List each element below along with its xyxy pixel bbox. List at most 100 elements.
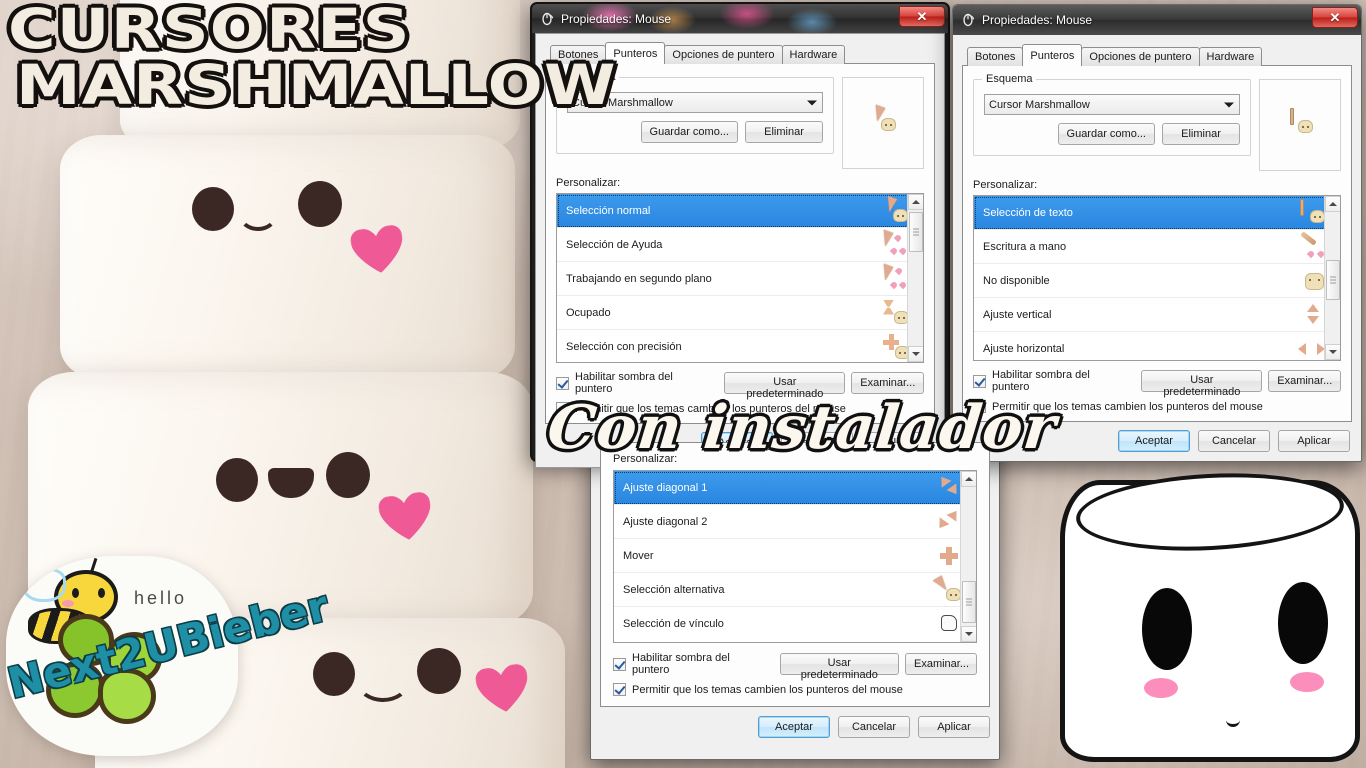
- list-item[interactable]: Selección de Ayuda: [557, 228, 923, 262]
- marshmallow-eye-left: [216, 458, 258, 502]
- use-default-button[interactable]: Usar predeterminado: [724, 372, 846, 400]
- list-item[interactable]: Selección con precisión: [557, 330, 923, 362]
- use-default-button[interactable]: Usar predeterminado: [1141, 370, 1263, 398]
- allow-themes-checkbox[interactable]: [613, 683, 626, 696]
- close-button[interactable]: ✕: [1312, 7, 1358, 28]
- browse-button[interactable]: Examinar...: [1268, 370, 1341, 392]
- dialog-1-list-scrollbar[interactable]: [907, 194, 923, 362]
- apply-button[interactable]: Aplicar: [918, 716, 990, 738]
- browse-button[interactable]: Examinar...: [851, 372, 924, 394]
- ok-button[interactable]: Aceptar: [758, 716, 830, 738]
- browse-button[interactable]: Examinar...: [905, 653, 977, 675]
- use-default-button[interactable]: Usar predeterminado: [779, 653, 899, 681]
- pointer-shadow-checkbox[interactable]: [973, 374, 986, 388]
- scroll-thumb[interactable]: [1326, 260, 1340, 300]
- dialog-2-cursor-list[interactable]: Selección de texto Escritura a mano No d…: [973, 195, 1341, 361]
- delete-button[interactable]: Eliminar: [745, 121, 823, 143]
- marshmallow-heart: [377, 491, 435, 544]
- list-item-label: No disponible: [983, 274, 1050, 287]
- marshmallow-eye-right: [298, 181, 342, 227]
- mouse-properties-dialog-3[interactable]: Personalizar: Ajuste diagonal 1 Ajuste d…: [590, 430, 1000, 760]
- list-item[interactable]: Mover: [614, 539, 976, 573]
- pointer-shadow-checkbox[interactable]: [613, 657, 626, 671]
- kawaii-blush-left: [1144, 678, 1178, 698]
- scroll-down-button[interactable]: [1325, 344, 1340, 360]
- dialog-2-shadow-checkbox-row[interactable]: Habilitar sombra del puntero Usar predet…: [973, 369, 1341, 398]
- list-item[interactable]: Ajuste diagonal 2: [614, 505, 976, 539]
- mouse-properties-dialog-2[interactable]: Propiedades: Mouse ✕ Botones Punteros Op…: [952, 4, 1362, 462]
- list-item[interactable]: Ocupado: [557, 296, 923, 330]
- save-as-button[interactable]: Guardar como...: [640, 121, 738, 143]
- mouse-icon: [960, 12, 976, 28]
- apply-button[interactable]: Aplicar: [1278, 430, 1350, 452]
- dialog-1-cursor-list[interactable]: Selección normal Selección de Ayuda Trab…: [556, 193, 924, 363]
- ok-button[interactable]: Aceptar: [1118, 430, 1190, 452]
- cancel-button[interactable]: Cancelar: [1198, 430, 1270, 452]
- tab-punteros[interactable]: Punteros: [1022, 44, 1083, 66]
- close-button[interactable]: ✕: [899, 6, 945, 27]
- list-item[interactable]: Escritura a mano: [974, 230, 1340, 264]
- tab-hardware[interactable]: Hardware: [781, 45, 846, 64]
- list-item[interactable]: Ajuste vertical: [974, 298, 1340, 332]
- scheme-group-label: Esquema: [982, 73, 1037, 85]
- scroll-down-button[interactable]: [961, 626, 976, 642]
- list-item[interactable]: No disponible: [974, 264, 1340, 298]
- tab-hardware[interactable]: Hardware: [1198, 47, 1263, 66]
- dialog-3-shadow-checkbox-row[interactable]: Habilitar sombra del puntero Usar predet…: [613, 652, 977, 681]
- save-as-button[interactable]: Guardar como...: [1057, 123, 1155, 145]
- list-item-label: Ajuste horizontal: [983, 343, 1065, 355]
- dialog-1-tabpage: Esquema Cursor Marshmallow Guardar como.…: [545, 63, 935, 424]
- tab-botones[interactable]: Botones: [967, 47, 1024, 66]
- list-item-label: Escritura a mano: [983, 240, 1067, 253]
- list-item[interactable]: Selección de vínculo: [614, 607, 976, 641]
- scroll-thumb[interactable]: [909, 212, 923, 252]
- dialog-1-themes-checkbox-row[interactable]: Permitir que los temas cambien los punte…: [556, 402, 924, 415]
- dialog-2-titlebar[interactable]: Propiedades: Mouse ✕: [953, 5, 1361, 35]
- bee-eye-left: [72, 588, 79, 598]
- preview-cursor-icon: [1286, 108, 1320, 138]
- tab-opciones-de-puntero[interactable]: Opciones de puntero: [664, 45, 783, 64]
- allow-themes-checkbox[interactable]: [973, 400, 986, 413]
- list-item[interactable]: Ajuste diagonal 1: [614, 471, 976, 505]
- marshmallow-heart: [349, 224, 407, 277]
- tab-opciones-de-puntero[interactable]: Opciones de puntero: [1081, 47, 1200, 66]
- marshmallow-upper: [60, 135, 515, 380]
- list-item[interactable]: Ajuste horizontal: [974, 332, 1340, 360]
- dialog-2-themes-checkbox-row[interactable]: Permitir que los temas cambien los punte…: [973, 400, 1341, 413]
- dialog-2-customize-label: Personalizar:: [973, 179, 1038, 191]
- sticker-hello-text: hello: [134, 588, 188, 608]
- dialog-2-tabstrip[interactable]: Botones Punteros Opciones de puntero Har…: [962, 44, 1352, 66]
- dialog-3-themes-checkbox-row[interactable]: Permitir que los temas cambien los punte…: [613, 683, 977, 696]
- marshmallow-heart: [474, 663, 532, 716]
- list-item-label: Selección alternativa: [623, 583, 725, 596]
- list-item[interactable]: Selección alternativa: [614, 573, 976, 607]
- dialog-3-body: Personalizar: Ajuste diagonal 1 Ajuste d…: [591, 431, 999, 756]
- list-item[interactable]: Trabajando en segundo plano: [557, 262, 923, 296]
- delete-button[interactable]: Eliminar: [1162, 123, 1240, 145]
- clover-leaf-left: [46, 662, 104, 718]
- marshmallow-mouth: [238, 197, 278, 231]
- dialog-2-tabpage: Esquema Cursor Marshmallow Guardar como.…: [962, 65, 1352, 422]
- dialog-3-list-scrollbar[interactable]: [960, 471, 976, 642]
- scroll-down-button[interactable]: [908, 346, 923, 362]
- poster-title-line2: MARSHMALLOW: [16, 52, 617, 117]
- scroll-up-button[interactable]: [908, 194, 923, 210]
- marshmallow-eye-left: [192, 187, 234, 231]
- dialog-1-shadow-checkbox-row[interactable]: Habilitar sombra del puntero Usar predet…: [556, 371, 924, 400]
- dialog-2-list-scrollbar[interactable]: [1324, 196, 1340, 360]
- list-item-label: Selección con precisión: [566, 341, 682, 353]
- scroll-thumb[interactable]: [962, 581, 976, 623]
- scroll-up-button[interactable]: [1325, 196, 1340, 212]
- kawaii-eye-left: [1142, 588, 1192, 670]
- cancel-button[interactable]: Cancelar: [838, 716, 910, 738]
- pointer-shadow-checkbox[interactable]: [556, 376, 569, 390]
- allow-themes-checkbox[interactable]: [556, 402, 569, 415]
- dialog-2-button-row: Aceptar Cancelar Aplicar: [962, 422, 1352, 454]
- dialog-3-cursor-list[interactable]: Ajuste diagonal 1 Ajuste diagonal 2 Move…: [613, 470, 977, 643]
- allow-themes-label: Permitir que los temas cambien los punte…: [632, 683, 903, 696]
- scroll-up-button[interactable]: [961, 471, 976, 487]
- scheme-combobox[interactable]: Cursor Marshmallow: [984, 94, 1240, 115]
- list-item[interactable]: Selección de texto: [974, 196, 1340, 230]
- marshmallow-eye-right: [326, 452, 370, 498]
- list-item[interactable]: Selección normal: [557, 194, 923, 228]
